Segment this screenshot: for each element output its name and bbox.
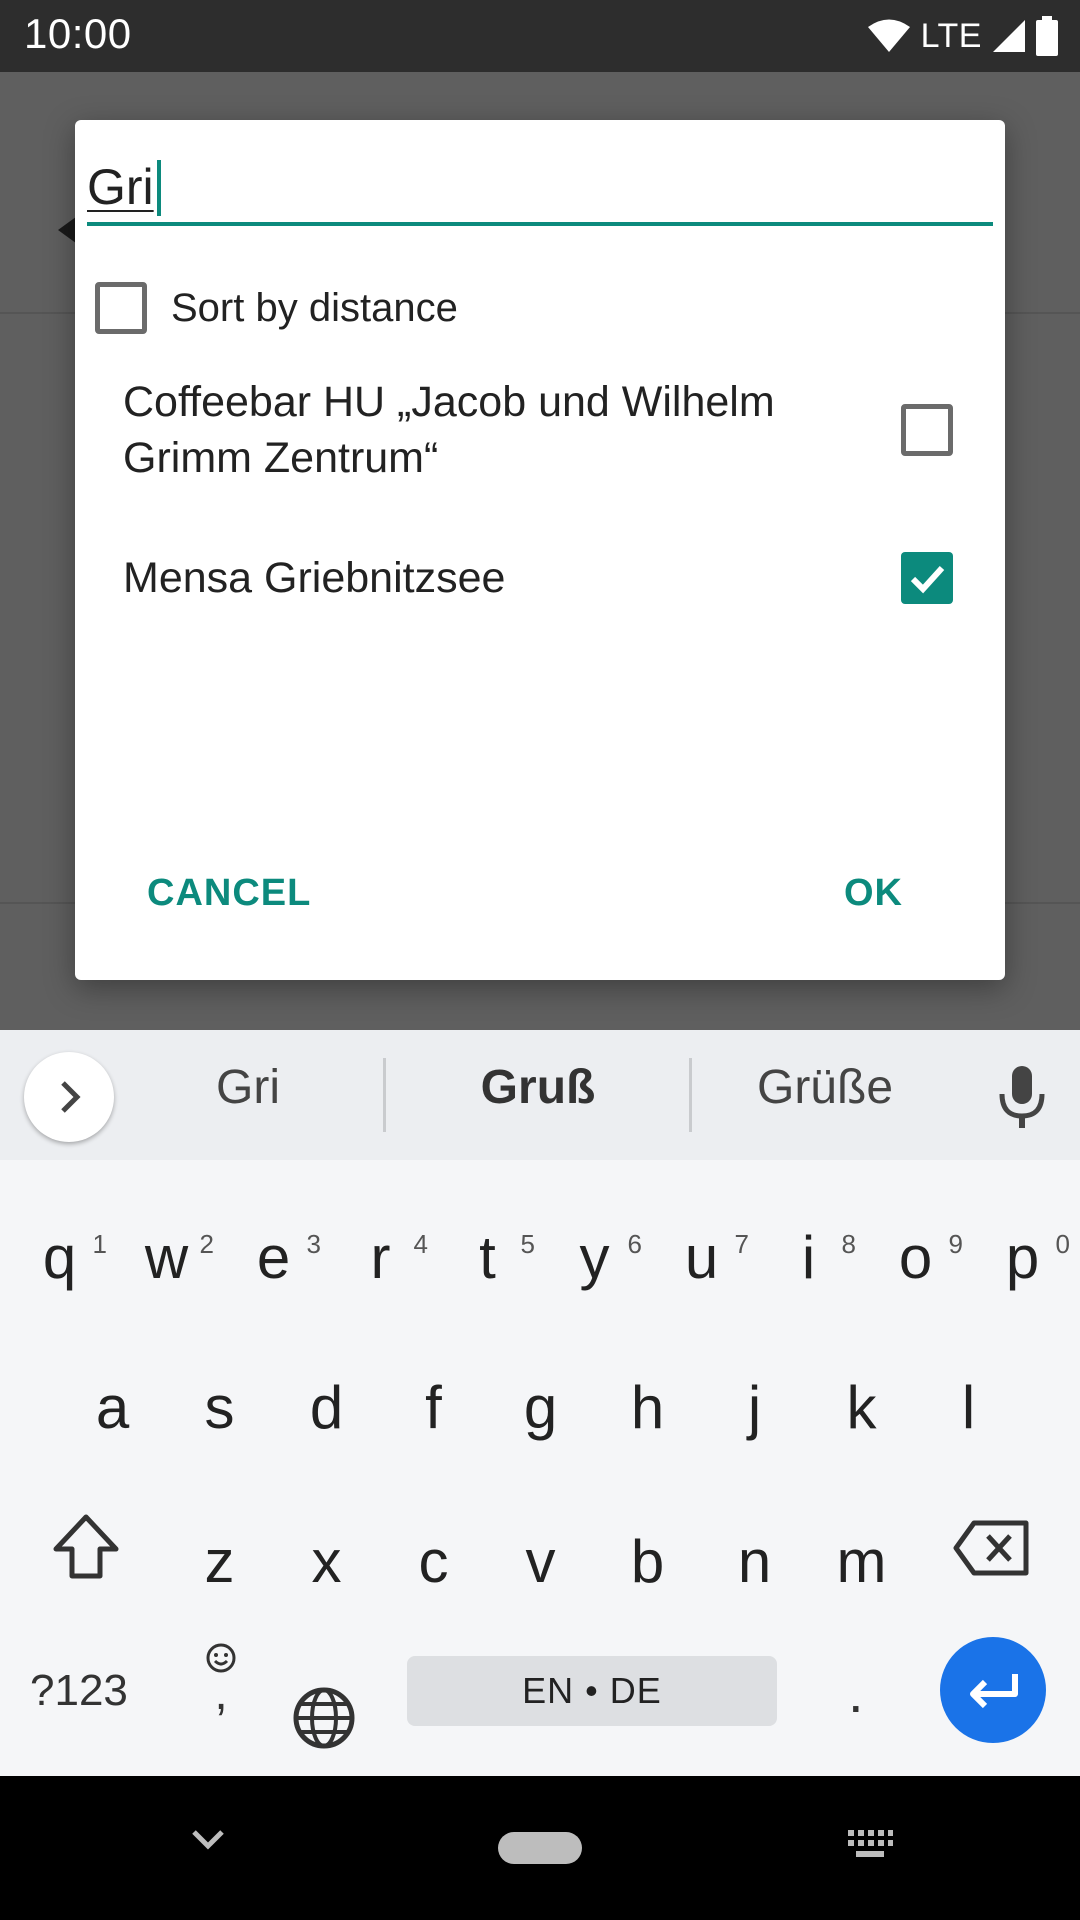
signal-icon <box>993 20 1025 52</box>
key-j[interactable]: j <box>701 1348 808 1468</box>
list-item[interactable]: Coffeebar HU „Jacob und Wilhelm Grimm Ze… <box>123 370 953 490</box>
key-label: i <box>801 1224 816 1291</box>
text-cursor <box>156 160 161 216</box>
microphone-icon[interactable] <box>992 1062 1052 1132</box>
wifi-icon <box>867 19 910 52</box>
list-item-checkbox[interactable] <box>901 404 953 456</box>
key-x[interactable]: x <box>273 1502 380 1622</box>
search-input-value: Gri <box>87 159 154 215</box>
key-hint: 4 <box>413 1229 428 1259</box>
sort-by-distance-label: Sort by distance <box>171 285 458 330</box>
key-hint: 6 <box>627 1229 642 1259</box>
network-type-label: LTE <box>920 16 982 55</box>
key-label: o <box>898 1224 933 1291</box>
enter-icon <box>970 1674 1018 1709</box>
key-m[interactable]: m <box>808 1502 915 1622</box>
key-hint: 8 <box>841 1229 856 1259</box>
search-input[interactable]: Gri <box>87 152 993 226</box>
globe-icon[interactable] <box>292 1686 356 1750</box>
sort-by-distance-row[interactable]: Sort by distance <box>95 278 458 338</box>
comma-key-label: , <box>214 1667 228 1720</box>
key-label: u <box>684 1224 719 1291</box>
list-item-label: Coffeebar HU „Jacob und Wilhelm Grimm Ze… <box>123 378 775 482</box>
key-label: q <box>42 1224 77 1291</box>
key-c[interactable]: c <box>380 1502 487 1622</box>
backspace-icon[interactable] <box>952 1518 1032 1578</box>
suggestion-bar: Gri Gruß Grüße <box>0 1030 1080 1160</box>
key-label: t <box>479 1224 496 1291</box>
key-hint: 9 <box>948 1229 963 1259</box>
key-g[interactable]: g <box>487 1348 594 1468</box>
key-i[interactable]: i8 <box>755 1198 862 1318</box>
key-q[interactable]: q1 <box>6 1198 113 1318</box>
filter-dialog: Gri Sort by distance Coffeebar HU „Jacob… <box>75 120 1005 980</box>
key-u[interactable]: u7 <box>648 1198 755 1318</box>
key-z[interactable]: z <box>166 1502 273 1622</box>
key-v[interactable]: v <box>487 1502 594 1622</box>
key-hint: 2 <box>199 1229 214 1259</box>
key-label: y <box>579 1224 610 1291</box>
battery-icon <box>1036 16 1058 56</box>
cancel-button[interactable]: CANCEL <box>147 872 311 915</box>
period-key[interactable]: . <box>848 1660 864 1725</box>
status-icons: LTE <box>867 14 1058 58</box>
key-a[interactable]: a <box>59 1348 166 1468</box>
shift-icon[interactable] <box>50 1512 122 1582</box>
key-label: r <box>370 1224 391 1291</box>
key-y[interactable]: y6 <box>541 1198 648 1318</box>
key-f[interactable]: f <box>380 1348 487 1468</box>
key-o[interactable]: o9 <box>862 1198 969 1318</box>
checkmark-icon <box>910 565 945 594</box>
soft-keyboard: Gri Gruß Grüße q1 w2 e3 r4 t5 y6 u7 i8 o… <box>0 1030 1080 1776</box>
key-s[interactable]: s <box>166 1348 273 1468</box>
key-t[interactable]: t5 <box>434 1198 541 1318</box>
key-hint: 7 <box>734 1229 749 1259</box>
space-key[interactable]: EN • DE <box>407 1656 777 1726</box>
key-d[interactable]: d <box>273 1348 380 1468</box>
suggestion-divider <box>383 1058 386 1132</box>
key-p[interactable]: p0 <box>969 1198 1076 1318</box>
status-bar: 10:00 LTE <box>0 0 1080 72</box>
suggestion-1[interactable]: Gri <box>128 1060 368 1115</box>
keyboard-menu-button[interactable] <box>24 1052 114 1142</box>
suggestion-2[interactable]: Gruß <box>418 1060 658 1115</box>
ok-button[interactable]: OK <box>844 872 903 915</box>
sort-by-distance-checkbox[interactable] <box>95 282 147 334</box>
list-item-checkbox[interactable] <box>901 552 953 604</box>
key-b[interactable]: b <box>594 1502 701 1622</box>
comma-key[interactable]: , <box>196 1642 246 1720</box>
enter-key[interactable] <box>940 1637 1046 1743</box>
nav-home-button[interactable] <box>498 1832 582 1864</box>
symbols-key[interactable]: ?123 <box>30 1656 128 1726</box>
key-hint: 1 <box>92 1229 107 1259</box>
key-h[interactable]: h <box>594 1348 701 1468</box>
key-label: p <box>1005 1224 1040 1291</box>
key-label: e <box>256 1224 291 1291</box>
key-k[interactable]: k <box>808 1348 915 1468</box>
key-hint: 3 <box>306 1229 321 1259</box>
key-label: w <box>144 1224 189 1291</box>
nav-back-icon[interactable] <box>190 1826 226 1852</box>
suggestion-divider <box>689 1058 692 1132</box>
suggestion-3[interactable]: Grüße <box>705 1060 945 1115</box>
navigation-bar <box>0 1776 1080 1920</box>
keyboard-switch-icon[interactable] <box>846 1828 894 1860</box>
key-e[interactable]: e3 <box>220 1198 327 1318</box>
key-w[interactable]: w2 <box>113 1198 220 1318</box>
status-time: 10:00 <box>24 10 132 57</box>
key-hint: 5 <box>520 1229 535 1259</box>
list-item[interactable]: Mensa Griebnitzsee <box>123 538 953 618</box>
chevron-right-icon <box>61 1081 81 1113</box>
list-item-label: Mensa Griebnitzsee <box>123 554 506 602</box>
key-r[interactable]: r4 <box>327 1198 434 1318</box>
key-n[interactable]: n <box>701 1502 808 1622</box>
key-hint: 0 <box>1055 1229 1070 1259</box>
key-l[interactable]: l <box>915 1348 1022 1468</box>
